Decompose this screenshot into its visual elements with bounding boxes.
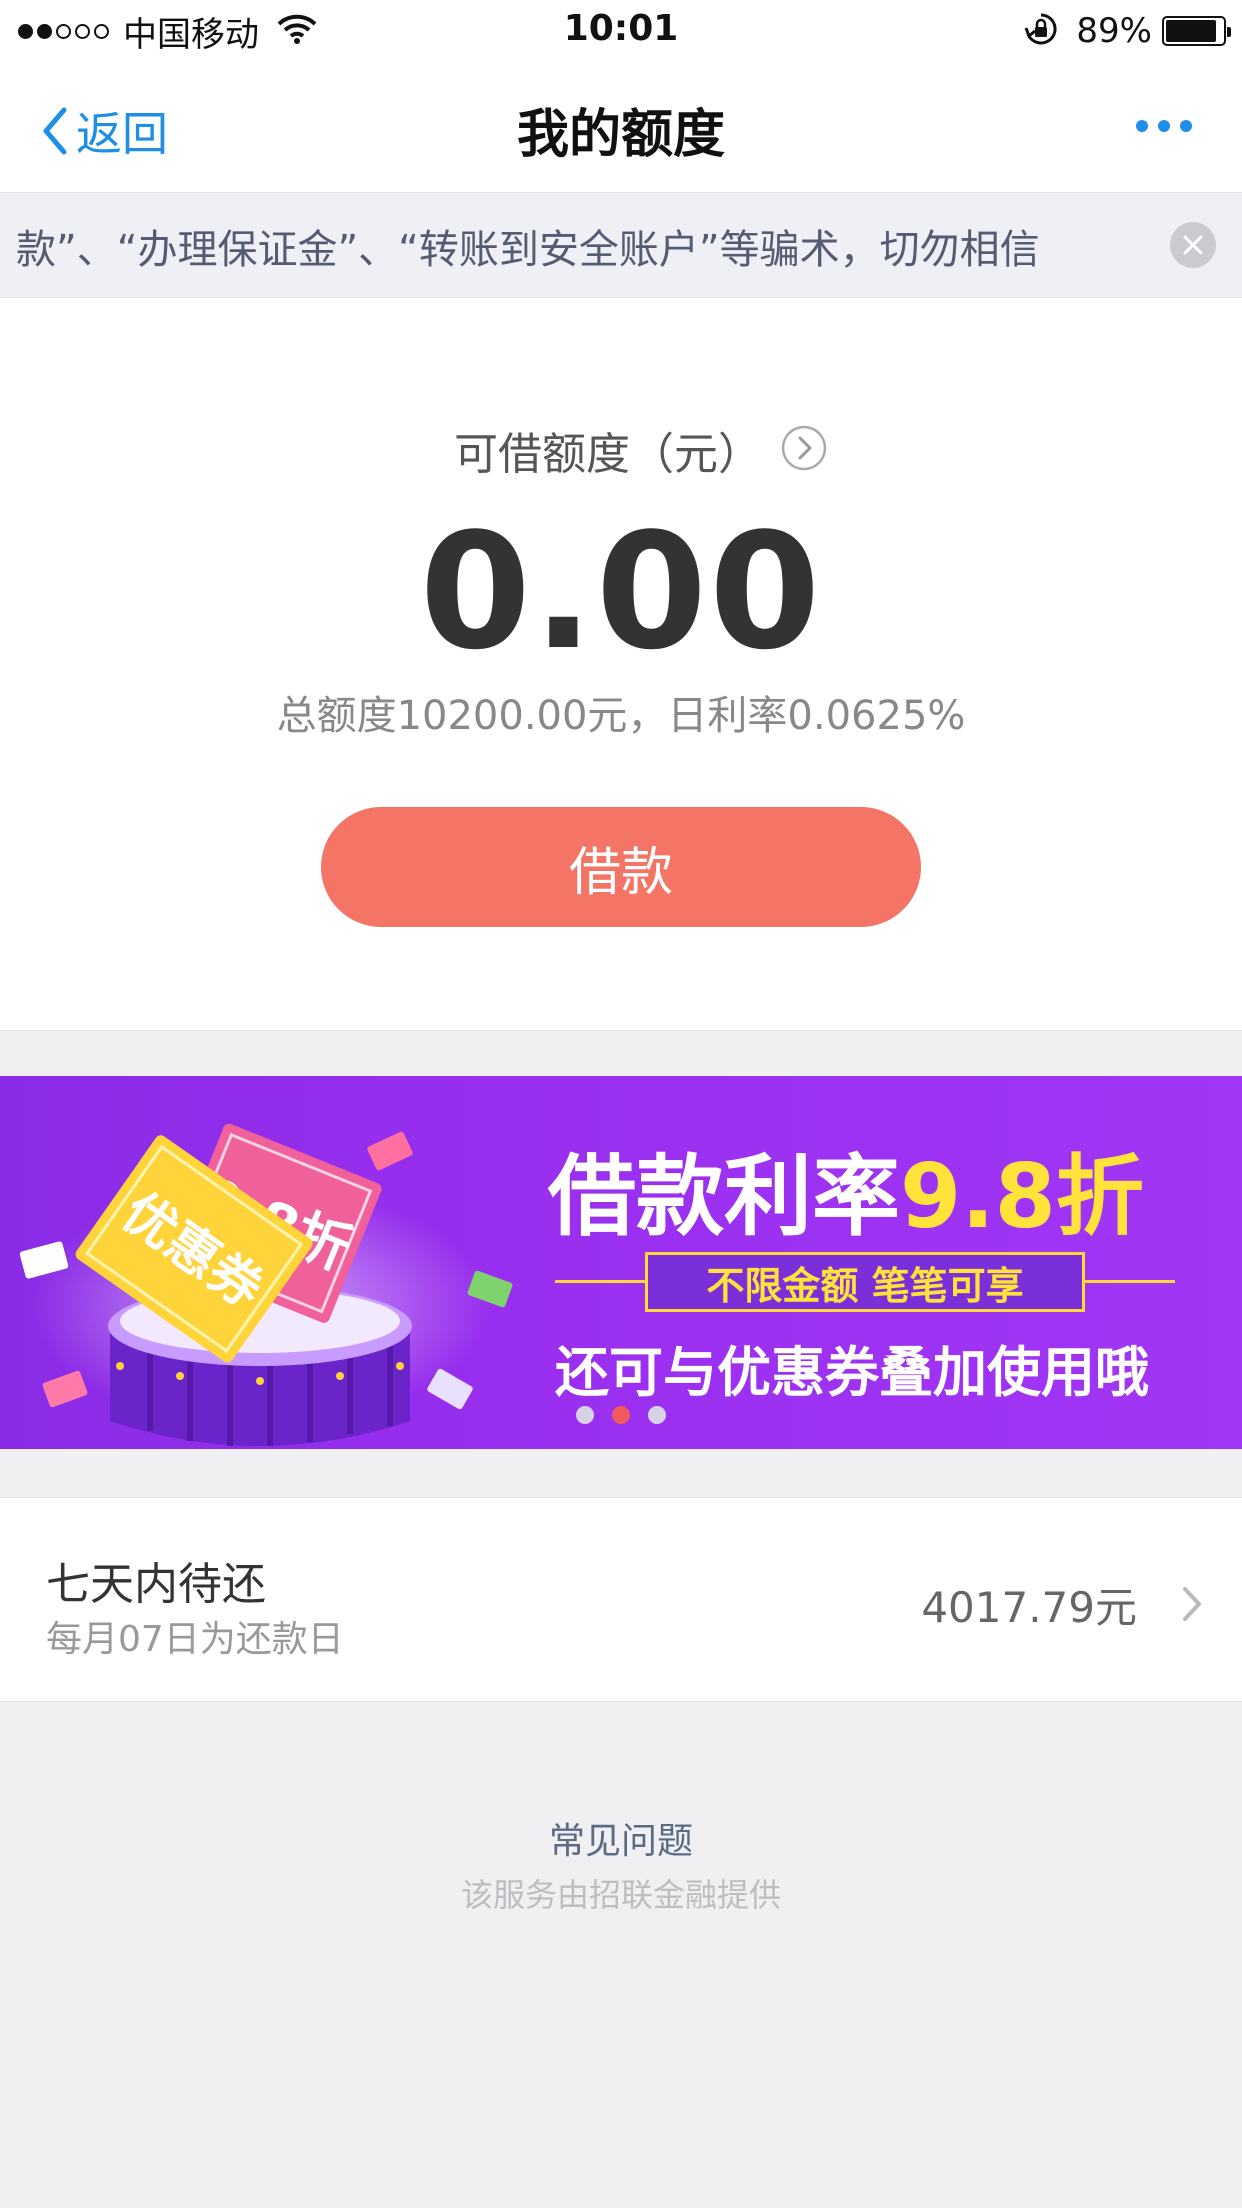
nav-bar: 返回 我的额度 xyxy=(0,62,1242,192)
repay-title: 七天内待还 xyxy=(46,1559,266,1610)
notice-bar: 款”、“办理保证金”、“转账到安全账户”等骗术，切勿相信 xyxy=(0,192,1242,298)
quota-summary: 总额度10200.00元，日利率0.0625% xyxy=(276,693,966,739)
promo-banner[interactable]: 9.8折 优惠券 借款利率9.8折 不限金额 笔笔可享 xyxy=(0,1076,1242,1449)
repay-row[interactable]: 七天内待还 每月07日为还款日 4017.79元 xyxy=(0,1497,1242,1702)
carousel-indicator[interactable] xyxy=(0,1406,1242,1424)
banner-headline-highlight: 9.8折 xyxy=(900,1145,1144,1248)
provider-note: 该服务由招联金融提供 xyxy=(460,1876,781,1914)
borrow-button[interactable]: 借款 xyxy=(321,807,921,927)
quota-card: 可借额度（元） 0.00 总额度10200.00元，日利率0.0625% 借款 xyxy=(0,298,1242,1031)
more-dots-icon[interactable] xyxy=(1126,120,1192,132)
carousel-dot[interactable] xyxy=(576,1406,594,1424)
page-title: 我的额度 xyxy=(516,105,725,165)
notice-text: 款”、“办理保证金”、“转账到安全账户”等骗术，切勿相信 xyxy=(16,227,1040,273)
status-right: 89% xyxy=(1024,8,1231,54)
quota-label: 可借额度（元） xyxy=(454,429,762,480)
faq-link[interactable]: 常见问题 xyxy=(0,1812,1242,1864)
banner-tag: 不限金额 笔笔可享 xyxy=(645,1252,1085,1312)
banner-headline-prefix: 借款利率 xyxy=(548,1145,901,1248)
repay-amount: 4017.79元 xyxy=(921,1583,1137,1632)
coupon-podium-illustration: 9.8折 优惠券 xyxy=(19,1123,513,1446)
quota-label-row[interactable]: 可借额度（元） xyxy=(0,418,1242,482)
available-amount: 0.00 xyxy=(419,498,823,685)
banner-tagline: 还可与优惠券叠加使用哦 xyxy=(555,1341,1149,1404)
battery-fill xyxy=(1166,20,1216,42)
status-bar: 中国移动 10:01 89% xyxy=(0,0,1242,62)
repay-subtitle: 每月07日为还款日 xyxy=(46,1619,344,1660)
carousel-dot[interactable] xyxy=(648,1406,666,1424)
battery-percent: 89% xyxy=(1076,11,1152,51)
chevron-right-icon xyxy=(1180,1584,1204,1628)
banner-headline: 借款利率9.8折 xyxy=(548,1126,1144,1253)
carousel-dot[interactable] xyxy=(612,1406,630,1424)
battery-icon xyxy=(1162,16,1231,46)
page: 中国移动 10:01 89% 返回 我的额度 款”、“办理保证金”、“转账到安全… xyxy=(0,0,1242,2208)
rotation-lock-icon xyxy=(1024,12,1058,50)
close-icon[interactable] xyxy=(1170,222,1216,268)
chevron-circle-right-icon[interactable] xyxy=(780,424,828,476)
banner-tag-row: 不限金额 笔笔可享 xyxy=(555,1246,1175,1316)
